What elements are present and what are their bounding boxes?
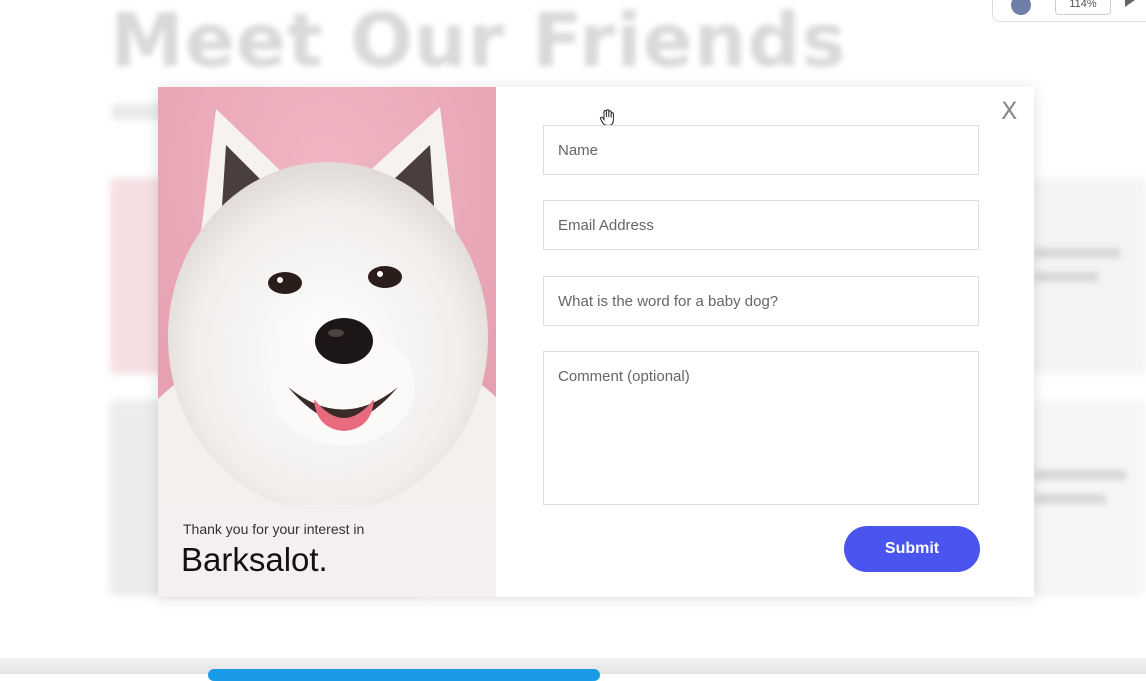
- card-text-line: [1034, 272, 1098, 282]
- zoom-level[interactable]: 114%: [1055, 0, 1111, 15]
- baby-dog-word-field[interactable]: [543, 276, 979, 326]
- page-heading: Meet Our Friends: [110, 0, 847, 84]
- brand-name: Barksalot.: [181, 541, 328, 578]
- dog-photo-panel: Thank you for your interest in Barksalot…: [158, 87, 496, 597]
- avatar[interactable]: [1011, 0, 1031, 15]
- caption-area: Thank you for your interest in Barksalot…: [158, 505, 496, 597]
- play-icon[interactable]: [1125, 0, 1135, 7]
- browser-toolbar-chip: 114%: [992, 0, 1146, 22]
- bottom-progress-bar: [208, 669, 600, 681]
- caption-text: Thank you for your interest in: [183, 521, 365, 537]
- name-field[interactable]: [543, 125, 979, 175]
- comment-field[interactable]: [543, 351, 979, 505]
- close-button[interactable]: X: [1001, 99, 1017, 123]
- dog-photo: [158, 87, 496, 505]
- card-text-line: [1034, 470, 1126, 480]
- email-field[interactable]: [543, 200, 979, 250]
- contact-modal: Thank you for your interest in Barksalot…: [158, 87, 1034, 597]
- card-text-line: [1034, 494, 1106, 504]
- submit-button[interactable]: Submit: [844, 526, 980, 572]
- card-text-line: [1034, 248, 1120, 258]
